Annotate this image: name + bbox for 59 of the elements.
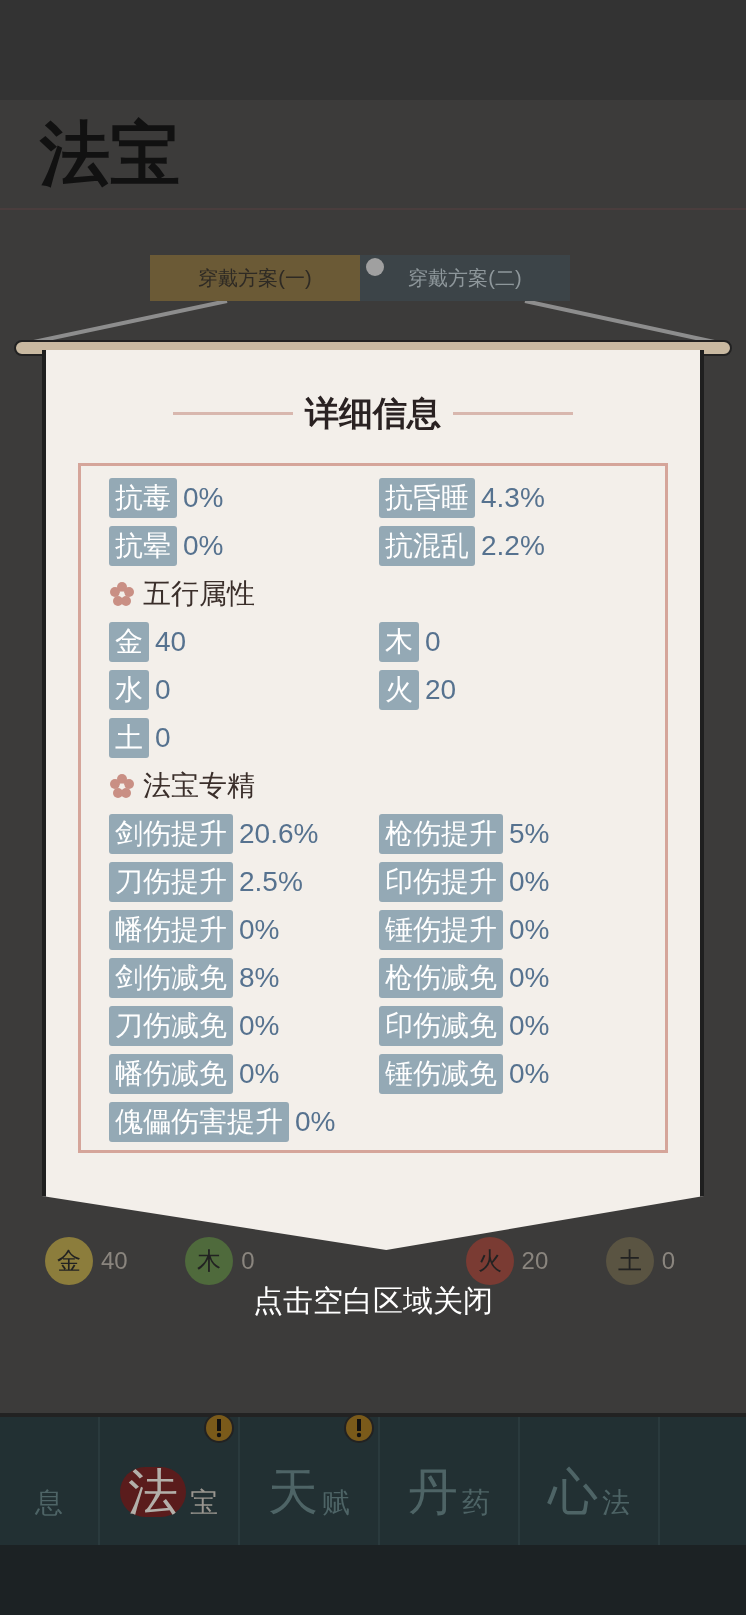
- stat-value: 0%: [509, 1057, 550, 1091]
- stat-value: 2.5%: [239, 865, 303, 899]
- stat-value: 0%: [509, 1009, 550, 1043]
- stat-label: 水: [109, 670, 149, 710]
- stat-value: 8%: [239, 961, 280, 995]
- stat-label: 火: [379, 670, 419, 710]
- stat-value: 5%: [509, 817, 550, 851]
- stat-value: 40: [155, 625, 187, 659]
- flower-icon: [109, 773, 135, 799]
- stat-value: 0%: [509, 961, 550, 995]
- stat-label: 抗混乱: [379, 526, 475, 566]
- stat-label: 印伤减免: [379, 1006, 503, 1046]
- stat-value: 0%: [183, 529, 224, 563]
- element-value: 40: [101, 1246, 128, 1276]
- stat-label: 金: [109, 622, 149, 662]
- stat-label: 剑伤减免: [109, 958, 233, 998]
- stat-value: 0: [155, 721, 171, 755]
- element-value: 0: [661, 1246, 676, 1276]
- plan-tab[interactable]: 穿戴方案(二): [360, 255, 570, 301]
- stat-label: 刀伤提升: [109, 862, 233, 902]
- element-badge: 金: [45, 1237, 93, 1285]
- flower-icon: [109, 581, 135, 607]
- stat-label: 幡伤提升: [109, 910, 233, 950]
- element-value: 20: [521, 1246, 549, 1276]
- stat-label: 剑伤提升: [109, 814, 233, 854]
- stat-label: 土: [109, 718, 149, 758]
- stat-label: 锤伤提升: [379, 910, 503, 950]
- stat-value: 0%: [239, 913, 280, 947]
- stat-label: 枪伤提升: [379, 814, 503, 854]
- element-badge: 火: [465, 1237, 514, 1285]
- stat-value: 0%: [239, 1009, 280, 1043]
- stat-label: 刀伤减免: [109, 1006, 233, 1046]
- dialog-title: 详细信息: [305, 393, 441, 434]
- section-heading: 五行属性: [143, 577, 255, 611]
- stat-value: 0: [155, 673, 171, 707]
- stat-label: 枪伤减免: [379, 958, 503, 998]
- plan-tab[interactable]: 穿戴方案(一): [150, 255, 360, 301]
- stat-value: 0%: [509, 865, 550, 899]
- stat-value: 20: [425, 673, 457, 707]
- stat-value: 0: [425, 625, 441, 659]
- stat-label: 幡伤减免: [109, 1054, 233, 1094]
- stat-value: 2.2%: [481, 529, 545, 563]
- stat-value: 0%: [295, 1105, 336, 1139]
- stat-label: 锤伤减免: [379, 1054, 503, 1094]
- close-hint: 点击空白区域关闭: [252, 1283, 494, 1319]
- stat-value: 0%: [239, 1057, 280, 1091]
- stat-label: 抗晕: [109, 526, 177, 566]
- stat-value: 4.3%: [481, 481, 545, 515]
- stat-value: 20.6%: [239, 817, 319, 851]
- element-value: 0: [241, 1246, 255, 1276]
- stat-value: 0%: [183, 481, 224, 515]
- stat-label: 印伤提升: [379, 862, 503, 902]
- stat-label: 抗毒: [109, 478, 177, 518]
- element-badge: 木: [185, 1237, 234, 1285]
- section-heading: 法宝专精: [143, 769, 255, 803]
- stat-label: 木: [379, 622, 419, 662]
- stat-label: 抗昏睡: [379, 478, 475, 518]
- stat-label: 傀儡伤害提升: [109, 1102, 289, 1142]
- stat-value: 0%: [509, 913, 550, 947]
